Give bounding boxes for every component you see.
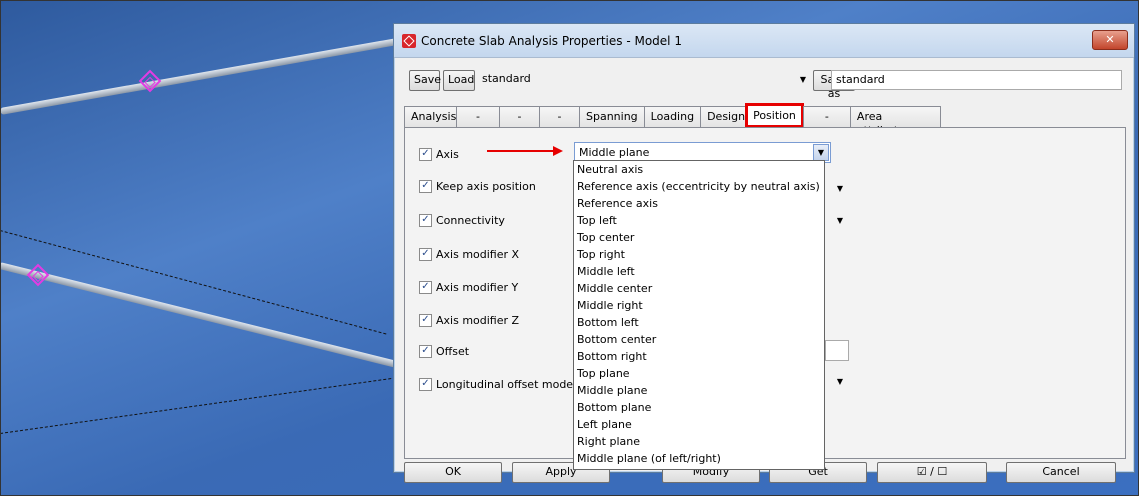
axis-options-list: Neutral axis Reference axis (eccentricit… [573, 160, 825, 470]
keep-axis-position-row[interactable]: ✓ Keep axis position [419, 180, 536, 193]
beam-lower [0, 262, 408, 371]
axis-modifier-y-label: Axis modifier Y [436, 281, 519, 294]
tab-design[interactable]: Design [700, 106, 747, 128]
load-button[interactable]: Load [443, 70, 475, 91]
tab-blank-2[interactable]: - [499, 106, 540, 128]
connectivity-label: Connectivity [436, 214, 505, 227]
chevron-down-icon[interactable]: ▼ [796, 71, 810, 88]
axis-option[interactable]: Neutral axis [574, 161, 824, 178]
checkbox-checked-icon[interactable]: ✓ [419, 345, 432, 358]
axis-option[interactable]: Middle plane [574, 382, 824, 399]
tab-strip: Analysis - - - Spanning Loading Design P… [404, 103, 941, 137]
offset-label: Offset [436, 345, 470, 358]
checkbox-checked-icon[interactable]: ✓ [419, 180, 432, 193]
axis-row[interactable]: ✓ Axis [419, 148, 459, 161]
connectivity-row[interactable]: ✓ Connectivity [419, 214, 505, 227]
axis-option[interactable]: Middle right [574, 297, 824, 314]
preset-select[interactable]: standard [478, 70, 808, 90]
axis-option[interactable]: Reference axis (eccentricity by neutral … [574, 178, 824, 195]
grid-line-lower [0, 377, 397, 434]
title-bar: Concrete Slab Analysis Properties - Mode… [394, 24, 1134, 58]
chevron-down-icon[interactable]: ▼ [813, 144, 829, 161]
chevron-down-icon[interactable]: ▼ [833, 212, 847, 229]
axis-label: Axis [436, 148, 459, 161]
tab-analysis[interactable]: Analysis [404, 106, 457, 128]
axis-option[interactable]: Bottom right [574, 348, 824, 365]
tab-position[interactable]: Position [745, 103, 804, 128]
axis-modifier-x-row[interactable]: ✓ Axis modifier X [419, 248, 519, 261]
tab-loading[interactable]: Loading [643, 106, 702, 128]
axis-option[interactable]: Top plane [574, 365, 824, 382]
keep-axis-position-label: Keep axis position [436, 180, 536, 193]
save-button[interactable]: Save [409, 70, 441, 91]
chevron-down-icon[interactable]: ▼ [833, 373, 847, 390]
axis-option[interactable]: Top right [574, 246, 824, 263]
tab-blank-3[interactable]: - [539, 106, 580, 128]
close-button[interactable]: ✕ [1092, 30, 1128, 50]
axis-modifier-x-label: Axis modifier X [436, 248, 520, 261]
axis-modifier-z-row[interactable]: ✓ Axis modifier Z [419, 314, 519, 327]
tab-blank-1[interactable]: - [456, 106, 500, 128]
axis-option[interactable]: Middle left [574, 263, 824, 280]
beam-upper [0, 35, 415, 115]
axis-modifier-z-label: Axis modifier Z [436, 314, 520, 327]
node-handle-icon[interactable] [26, 263, 50, 287]
annotation-arrow-icon [487, 146, 563, 156]
axis-option[interactable]: Middle plane (of left/right) [574, 450, 824, 467]
axis-option[interactable]: Top left [574, 212, 824, 229]
preset-value: standard [482, 72, 531, 85]
checkbox-checked-icon[interactable]: ✓ [419, 148, 432, 161]
checkbox-checked-icon[interactable]: ✓ [419, 281, 432, 294]
axis-option[interactable]: Right plane [574, 433, 824, 450]
axis-option[interactable]: Bottom left [574, 314, 824, 331]
save-as-input[interactable]: standard [831, 70, 1122, 90]
axis-option[interactable]: Reference axis [574, 195, 824, 212]
app-icon [402, 33, 416, 48]
offset-row[interactable]: ✓ Offset [419, 345, 469, 358]
checkbox-checked-icon[interactable]: ✓ [419, 314, 432, 327]
offset-input[interactable] [825, 340, 849, 361]
axis-option[interactable]: Bottom center [574, 331, 824, 348]
ok-button[interactable]: OK [404, 462, 502, 483]
dialog-title: Concrete Slab Analysis Properties - Mode… [421, 33, 682, 48]
checkbox-checked-icon[interactable]: ✓ [419, 214, 432, 227]
axis-option[interactable]: Bottom plane [574, 399, 824, 416]
chevron-down-icon[interactable]: ▼ [833, 180, 847, 197]
longitudinal-offset-mode-row[interactable]: ✓ Longitudinal offset mode [419, 378, 573, 391]
axis-modifier-y-row[interactable]: ✓ Axis modifier Y [419, 281, 518, 294]
axis-option[interactable]: Middle center [574, 280, 824, 297]
checkbox-checked-icon[interactable]: ✓ [419, 248, 432, 261]
checkbox-checked-icon[interactable]: ✓ [419, 378, 432, 391]
tab-spanning[interactable]: Spanning [579, 106, 645, 128]
longitudinal-offset-mode-label: Longitudinal offset mode [436, 378, 574, 391]
cancel-button[interactable]: Cancel [1006, 462, 1116, 483]
tab-area-attributes[interactable]: Area attributes [849, 106, 941, 137]
axis-option[interactable]: Left plane [574, 416, 824, 433]
tab-blank-4[interactable]: - [802, 106, 851, 128]
toggle-all-button[interactable]: ☑ / ☐ [877, 462, 987, 483]
axis-select-value: Middle plane [579, 146, 650, 159]
axis-option[interactable]: Top center [574, 229, 824, 246]
